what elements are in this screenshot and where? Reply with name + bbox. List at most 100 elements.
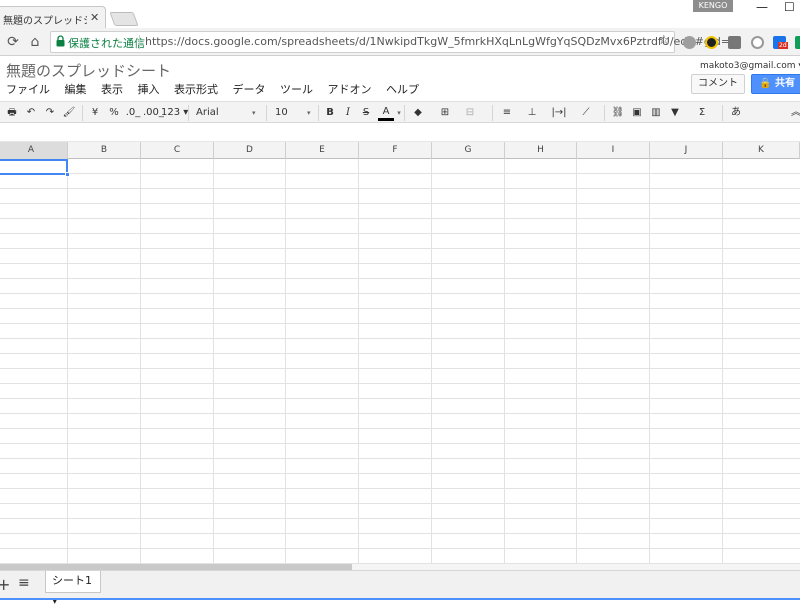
column-gridline xyxy=(431,159,432,567)
menu-tools[interactable]: ツール xyxy=(280,81,313,97)
horizontal-align-icon[interactable]: ≡ xyxy=(499,105,515,121)
column-gridline xyxy=(67,159,68,567)
comment-button[interactable]: コメント xyxy=(691,74,745,94)
undo-icon[interactable]: ↶ xyxy=(23,105,39,121)
add-sheet-button[interactable]: + xyxy=(0,575,10,594)
all-sheets-icon[interactable]: ≡ xyxy=(18,575,30,591)
toolbar-divider xyxy=(604,105,605,121)
percent-format-button[interactable]: % xyxy=(107,105,121,121)
font-size-value: 10 xyxy=(275,107,288,118)
maximize-button[interactable]: ☐ xyxy=(784,0,795,14)
merge-cells-icon[interactable]: ⊟ xyxy=(462,105,478,121)
tab-close-icon[interactable]: ✕ xyxy=(90,11,99,24)
column-header-h[interactable]: H xyxy=(505,142,577,159)
calendar-extension-icon[interactable]: 2d xyxy=(773,36,788,49)
menu-addons[interactable]: アドオン xyxy=(328,81,372,97)
menu-help[interactable]: ヘルプ xyxy=(386,81,419,97)
column-header-c[interactable]: C xyxy=(141,142,214,159)
paint-format-icon[interactable]: 🖌 xyxy=(61,105,77,121)
toolbar-divider xyxy=(404,105,405,121)
increase-decimal-button[interactable]: .00_ xyxy=(143,105,164,121)
bold-button[interactable]: B xyxy=(324,105,336,121)
sheets-extension-icon[interactable] xyxy=(795,36,800,49)
column-gridline xyxy=(649,159,650,567)
functions-icon[interactable]: Σ xyxy=(694,105,710,121)
vertical-align-icon[interactable]: ⊥ xyxy=(524,105,540,121)
cell-area[interactable] xyxy=(0,159,800,567)
lock-icon xyxy=(56,35,65,47)
menu-format[interactable]: 表示形式 xyxy=(174,81,218,97)
borders-icon[interactable]: ⊞ xyxy=(437,105,453,121)
column-header-f[interactable]: F xyxy=(359,142,432,159)
share-button[interactable]: 🔒 共有 xyxy=(751,74,800,94)
filter-icon[interactable]: ▼ xyxy=(667,105,683,121)
column-header-j[interactable]: J xyxy=(650,142,723,159)
account-email[interactable]: makoto3@gmail.com ▾ xyxy=(700,61,800,71)
toolbar-divider xyxy=(82,105,83,121)
address-bar[interactable]: 保護された通信 https://docs.google.com/spreadsh… xyxy=(50,31,737,53)
url-text[interactable]: https://docs.google.com/spreadsheets/d/1… xyxy=(145,35,737,48)
strikethrough-button[interactable]: S xyxy=(360,105,372,121)
column-header-k[interactable]: K xyxy=(723,142,800,159)
input-tools-icon[interactable]: あ xyxy=(728,105,744,121)
column-header-i[interactable]: I xyxy=(577,142,650,159)
menu-edit[interactable]: 編集 xyxy=(65,81,87,97)
secure-connection-label[interactable]: 保護された通信 xyxy=(68,35,145,51)
redo-icon[interactable]: ↷ xyxy=(42,105,58,121)
menu-data[interactable]: データ xyxy=(233,81,266,97)
print-icon[interactable]: 🖶 xyxy=(4,105,20,121)
insert-comment-icon[interactable]: ▣ xyxy=(629,105,645,121)
browser-profile-badge[interactable]: KENGO xyxy=(693,0,733,12)
font-family-value: Arial xyxy=(196,107,219,118)
spreadsheet-grid[interactable]: A B C D E F G H I J K xyxy=(0,142,800,567)
insert-link-icon[interactable]: ⛓ xyxy=(610,105,626,121)
formatting-toolbar: 🖶 ↶ ↷ 🖌 ¥ % .0_ .00_ 123 ▾ Arial ▾ 10 ▾ … xyxy=(0,101,800,123)
cloud-extension-icon[interactable] xyxy=(683,36,696,49)
column-header-d[interactable]: D xyxy=(214,142,286,159)
tv-extension-icon[interactable] xyxy=(728,36,741,49)
menu-file[interactable]: ファイル xyxy=(6,81,50,97)
new-tab-button[interactable] xyxy=(109,12,139,26)
text-wrap-icon[interactable]: |→| xyxy=(549,105,569,121)
selected-cell[interactable] xyxy=(0,159,68,175)
text-rotation-icon[interactable]: ⟋ xyxy=(578,105,594,121)
extension-badge: 2d xyxy=(778,42,788,49)
browser-tab[interactable]: 無題のスプレッドシート - Goo ✕ xyxy=(0,6,106,29)
column-header-g[interactable]: G xyxy=(432,142,505,159)
column-header-b[interactable]: B xyxy=(68,142,141,159)
minimize-button[interactable]: — xyxy=(756,0,768,14)
column-header-a[interactable]: A xyxy=(0,142,68,159)
sheet-bar: + ≡ シート1 ▾ xyxy=(0,570,800,607)
collapse-toolbar-icon[interactable]: ︽ xyxy=(790,105,800,121)
home-icon[interactable]: ⌂ xyxy=(26,33,44,51)
column-header-e[interactable]: E xyxy=(286,142,359,159)
insert-chart-icon[interactable]: ▥ xyxy=(648,105,664,121)
fill-color-icon[interactable]: ◆ xyxy=(410,105,426,121)
column-headers: A B C D E F G H I J K xyxy=(0,142,800,159)
toolbar-divider xyxy=(722,105,723,121)
browser-tab-strip: 無題のスプレッドシート - Goo ✕ KENGO — ☐ xyxy=(0,0,800,29)
menu-view[interactable]: 表示 xyxy=(101,81,123,97)
toolbar-divider xyxy=(188,105,189,121)
italic-button[interactable]: I xyxy=(342,105,354,121)
menu-insert[interactable]: 挿入 xyxy=(138,81,160,97)
reload-icon[interactable]: ⟳ xyxy=(4,33,22,51)
column-gridline xyxy=(576,159,577,567)
font-family-dropdown[interactable]: Arial ▾ xyxy=(196,105,256,121)
toolbar-divider xyxy=(318,105,319,121)
moon-extension-icon[interactable] xyxy=(705,36,718,49)
formula-bar[interactable] xyxy=(0,123,800,142)
decrease-decimal-button[interactable]: .0_ xyxy=(125,105,141,121)
sheet-tab[interactable]: シート1 ▾ xyxy=(45,571,101,607)
number-format-dropdown[interactable]: 123 ▾ xyxy=(161,105,188,121)
column-gridline xyxy=(504,159,505,567)
text-color-button[interactable]: A xyxy=(378,105,394,121)
document-title[interactable]: 無題のスプレッドシート xyxy=(6,60,171,81)
block-extension-icon[interactable] xyxy=(751,36,764,49)
column-gridline xyxy=(213,159,214,567)
bookmark-star-icon[interactable]: ☆ xyxy=(658,33,670,48)
fill-handle[interactable] xyxy=(65,172,70,177)
chevron-down-icon: ▾ xyxy=(307,109,311,117)
font-size-dropdown[interactable]: 10 ▾ xyxy=(275,105,311,121)
currency-format-button[interactable]: ¥ xyxy=(88,105,102,121)
